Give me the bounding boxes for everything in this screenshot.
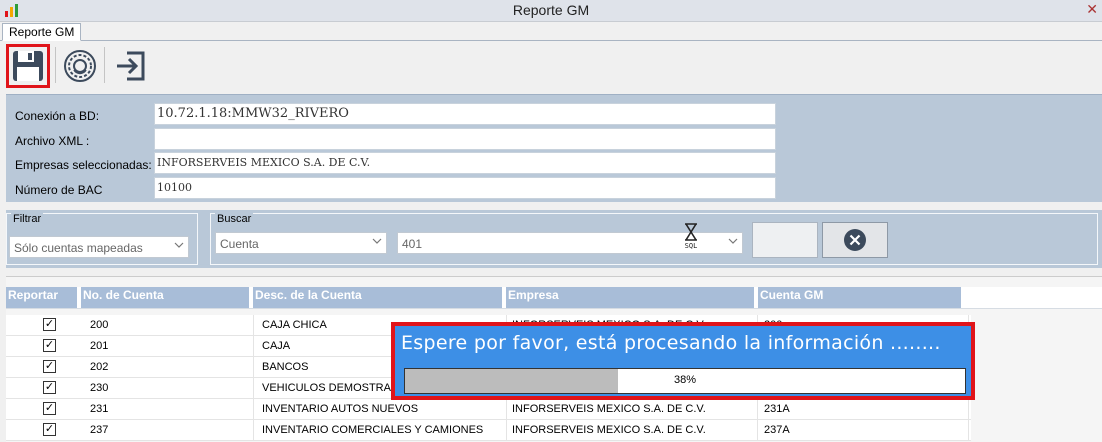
search-field-selected: Cuenta — [220, 237, 259, 251]
window-title: Reporte GM — [512, 2, 590, 18]
cell-gm: 231A — [764, 399, 969, 420]
filter-legend: Filtrar — [11, 213, 44, 225]
cell-company: INFORSERVEIS MEXICO S.A. DE C.V. — [512, 399, 758, 420]
companies-field[interactable]: INFORSERVEIS MEXICO S.A. DE C.V. — [154, 152, 776, 174]
filter-selected: Sólo cuentas mapeadas — [14, 241, 143, 255]
search-value: 401 — [402, 237, 423, 251]
filter-select[interactable]: Sólo cuentas mapeadas — [9, 236, 189, 258]
bac-row: Número de BAC 10100 — [6, 177, 786, 201]
progress-percent: 38% — [673, 374, 697, 386]
filter-group: Filtrar Sólo cuentas mapeadas — [6, 213, 198, 265]
xml-file-field[interactable] — [154, 128, 776, 150]
cell-account: 200 — [90, 315, 254, 336]
clear-x-icon — [844, 229, 866, 251]
bac-label: Número de BAC — [15, 183, 103, 197]
connection-info-panel: Conexión a BD: 10.72.1.18:MMW32_RIVERO A… — [6, 94, 1102, 202]
grid-header: Reportar No. de Cuenta Desc. de la Cuent… — [6, 287, 1102, 309]
reportar-checkbox[interactable]: ✓ — [43, 402, 56, 415]
toolbar-separator — [55, 47, 56, 83]
chevron-down-icon — [728, 238, 738, 244]
companies-label: Empresas seleccionadas: — [15, 158, 152, 172]
search-result-box — [752, 222, 818, 258]
cell-desc: INVENTARIO COMERCIALES Y CAMIONES — [262, 420, 507, 441]
exit-icon — [117, 51, 145, 81]
cell-account: 201 — [90, 336, 254, 357]
connection-field[interactable]: 10.72.1.18:MMW32_RIVERO — [154, 103, 776, 125]
connection-row: Conexión a BD: 10.72.1.18:MMW32_RIVERO — [6, 103, 786, 127]
save-button[interactable] — [6, 44, 50, 88]
cell-desc: INVENTARIO AUTOS NUEVOS — [262, 399, 507, 420]
svg-text:SQL: SQL — [685, 242, 698, 250]
cell-account: 202 — [90, 357, 254, 378]
cell-gm: 237A — [764, 420, 969, 441]
chevron-down-icon — [174, 242, 184, 248]
filter-bar: Filtrar Sólo cuentas mapeadas Buscar Cue… — [6, 210, 1102, 268]
progress-bar: 38% — [404, 368, 966, 394]
settings-button[interactable] — [58, 44, 102, 88]
save-icon — [13, 51, 43, 81]
xml-row: Archivo XML : — [6, 128, 786, 152]
col-empresa[interactable]: Empresa — [506, 287, 756, 308]
progress-message: Espere por favor, está procesando la inf… — [401, 332, 941, 354]
col-desc-cuenta[interactable]: Desc. de la Cuenta — [253, 287, 504, 308]
reportar-checkbox[interactable]: ✓ — [43, 381, 56, 394]
table-row[interactable]: ✓ 237 INVENTARIO COMERCIALES Y CAMIONES INF… — [6, 420, 971, 441]
bac-field[interactable]: 10100 — [154, 177, 776, 199]
exit-button[interactable] — [108, 44, 152, 88]
table-row[interactable]: ✓ 231 INVENTARIO AUTOS NUEVOS INFORSERVEIS … — [6, 399, 971, 420]
col-cuenta-gm[interactable]: Cuenta GM — [758, 287, 963, 308]
cell-account: 231 — [90, 399, 254, 420]
col-reportar[interactable]: Reportar — [6, 287, 79, 308]
tab-reporte-gm[interactable]: Reporte GM — [2, 23, 82, 41]
tab-strip: Reporte GM — [0, 22, 1102, 41]
title-bar: Reporte GM ✕ — [0, 0, 1102, 22]
hourglass-sql-icon: SQL — [685, 223, 698, 250]
reportar-checkbox[interactable]: ✓ — [43, 339, 56, 352]
companies-row: Empresas seleccionadas: INFORSERVEIS MEX… — [6, 152, 786, 176]
search-group: Buscar Cuenta 401 SQL — [210, 213, 1098, 265]
col-no-cuenta[interactable]: No. de Cuenta — [81, 287, 251, 308]
toolbar-separator — [104, 47, 105, 83]
reportar-checkbox[interactable]: ✓ — [43, 360, 56, 373]
search-field-select[interactable]: Cuenta — [215, 232, 387, 254]
clear-search-button[interactable] — [822, 222, 888, 258]
connection-label: Conexión a BD: — [15, 109, 100, 123]
progress-dialog: Espere por favor, está procesando la inf… — [391, 322, 975, 400]
cell-account: 230 — [90, 378, 254, 399]
toolbar — [0, 41, 1102, 91]
cell-company: INFORSERVEIS MEXICO S.A. DE C.V. — [512, 420, 758, 441]
xml-label: Archivo XML : — [15, 134, 90, 148]
search-legend: Buscar — [215, 213, 254, 225]
settings-gear-icon — [64, 50, 96, 82]
window-close-icon[interactable]: ✕ — [1086, 1, 1098, 18]
chevron-down-icon — [372, 238, 382, 244]
cell-account: 237 — [90, 420, 254, 441]
reportar-checkbox[interactable]: ✓ — [43, 318, 56, 331]
reportar-checkbox[interactable]: ✓ — [43, 423, 56, 436]
